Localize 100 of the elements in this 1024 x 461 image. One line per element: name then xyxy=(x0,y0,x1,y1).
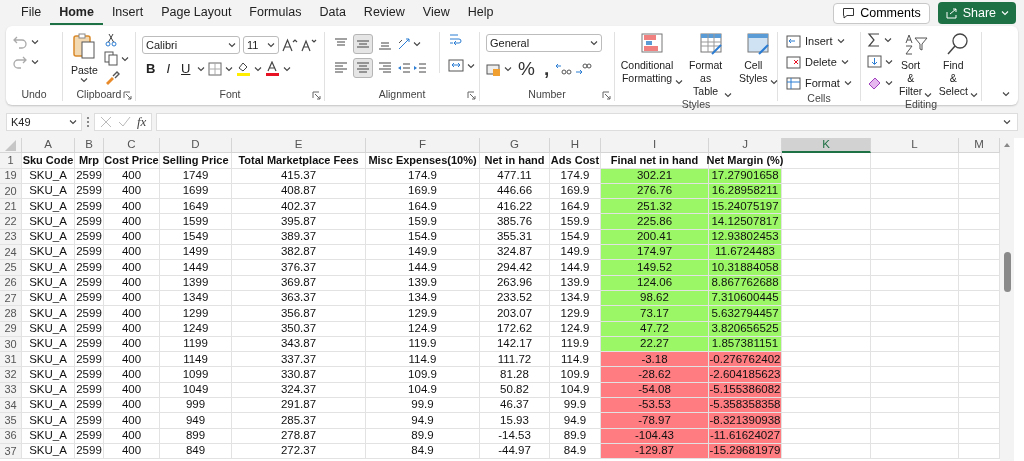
column-header[interactable]: A xyxy=(22,138,75,154)
menu-tab[interactable]: File xyxy=(12,1,51,25)
menu-tab[interactable]: View xyxy=(413,1,459,25)
column-header[interactable]: C xyxy=(104,138,160,154)
increase-font-size-icon[interactable] xyxy=(282,38,298,52)
paste-button[interactable]: Paste xyxy=(69,32,100,83)
format-button[interactable]: Format xyxy=(784,74,854,92)
menu-tab[interactable]: Home xyxy=(50,1,103,25)
table-cell: SKU_A xyxy=(22,214,75,230)
row-header[interactable]: 28 xyxy=(0,306,22,322)
accounting-format-icon[interactable] xyxy=(486,61,501,77)
menu-tab[interactable]: Review xyxy=(354,1,414,25)
redo-icon[interactable] xyxy=(12,54,28,70)
undo-icon[interactable] xyxy=(12,34,28,50)
eraser-icon[interactable] xyxy=(867,75,882,90)
row-header[interactable]: 34 xyxy=(0,398,22,414)
font-name-field[interactable]: Calibri xyxy=(142,36,240,54)
column-header[interactable]: E xyxy=(232,138,366,154)
fill-color-icon[interactable] xyxy=(236,61,252,76)
share-button[interactable]: Share xyxy=(937,2,1016,24)
table-cell: 355.31 xyxy=(480,229,550,246)
column-header[interactable]: F xyxy=(366,138,480,154)
column-header[interactable]: J xyxy=(709,138,782,154)
column-header[interactable]: K xyxy=(782,138,871,154)
font-size-field[interactable]: 11 xyxy=(243,36,279,54)
comma-style-button[interactable]: , xyxy=(540,58,553,80)
column-header[interactable]: H xyxy=(550,138,601,154)
borders-icon[interactable] xyxy=(208,61,223,76)
formula-input-field[interactable] xyxy=(156,113,1018,131)
row-header[interactable]: 1 xyxy=(0,153,22,169)
column-header[interactable]: M xyxy=(959,138,1000,154)
fill-icon[interactable] xyxy=(867,54,882,69)
check-icon[interactable] xyxy=(118,116,131,128)
decrease-font-size-icon[interactable] xyxy=(301,38,317,52)
increase-decimal-icon[interactable] xyxy=(555,62,573,76)
delete-button[interactable]: Delete xyxy=(784,53,854,71)
comments-button[interactable]: Comments xyxy=(833,2,930,24)
header-cell: Sku Code xyxy=(22,153,75,169)
row-header[interactable]: 25 xyxy=(0,260,22,276)
font-color-icon[interactable] xyxy=(265,61,281,76)
conditional-formatting-button[interactable]: Conditional Formatting xyxy=(621,32,683,85)
table-cell: 174.97 xyxy=(601,245,709,261)
dialog-launcher-icon[interactable] xyxy=(123,91,132,100)
find-select-button[interactable]: Find & Select xyxy=(938,32,979,98)
table-cell: 416.22 xyxy=(480,199,550,215)
table-cell: 294.42 xyxy=(480,260,550,276)
dialog-launcher-icon[interactable] xyxy=(467,91,476,100)
scrollbar-thumb[interactable] xyxy=(1003,252,1011,292)
insert-function-button[interactable]: fx xyxy=(137,114,147,130)
menu-tab[interactable]: Formulas xyxy=(240,1,311,25)
dialog-launcher-icon[interactable] xyxy=(602,91,611,100)
menu-tab[interactable]: Help xyxy=(458,1,503,25)
row-header[interactable]: 22 xyxy=(0,214,22,230)
wrap-text-icon[interactable] xyxy=(448,32,464,48)
row-header[interactable]: 21 xyxy=(0,199,22,215)
column-header[interactable]: L xyxy=(871,138,959,154)
row-header[interactable]: 32 xyxy=(0,367,22,383)
caret-icon xyxy=(31,39,39,45)
decrease-indent-icon[interactable] xyxy=(397,61,411,75)
center-align-button[interactable] xyxy=(353,58,373,78)
increase-indent-icon[interactable] xyxy=(413,61,427,75)
text-orientation-icon[interactable] xyxy=(397,37,411,51)
more-options-icon[interactable] xyxy=(86,116,90,128)
column-header[interactable]: D xyxy=(160,138,232,154)
scroll-up-icon[interactable] xyxy=(1003,142,1011,148)
bold-button[interactable]: B xyxy=(142,60,160,77)
caret-icon xyxy=(413,41,421,47)
menu-tab[interactable]: Data xyxy=(310,1,355,25)
sort-filter-button[interactable]: Sort & Filter xyxy=(897,32,935,98)
column-header[interactable]: G xyxy=(480,138,550,154)
menu-tab[interactable]: Page Layout xyxy=(152,1,241,25)
dialog-launcher-icon[interactable] xyxy=(312,91,321,100)
copy-icon[interactable] xyxy=(103,51,118,66)
table-cell: 400 xyxy=(104,428,160,444)
menu-tab[interactable]: Insert xyxy=(102,1,153,25)
middle-align-button[interactable] xyxy=(353,34,373,54)
insert-button[interactable]: Insert xyxy=(784,32,854,50)
autosum-icon[interactable] xyxy=(867,32,881,48)
cancel-icon[interactable] xyxy=(100,116,112,128)
collapse-ribbon-icon[interactable] xyxy=(1002,91,1010,97)
caret-icon xyxy=(675,79,684,85)
table-cell: 400 xyxy=(104,352,160,368)
number-format-field[interactable]: General xyxy=(486,34,602,52)
scissors-icon[interactable] xyxy=(103,32,118,47)
format-as-table-button[interactable]: Format as Table xyxy=(687,32,735,98)
column-header[interactable]: B xyxy=(75,138,104,154)
cell-styles-button[interactable]: Cell Styles xyxy=(738,32,779,85)
italic-button[interactable]: I xyxy=(162,60,174,77)
row-header[interactable]: 31 xyxy=(0,352,22,368)
decrease-decimal-icon[interactable] xyxy=(575,62,593,76)
name-box[interactable]: K49 xyxy=(6,113,82,131)
underline-button[interactable]: U xyxy=(177,60,195,77)
percent-style-button[interactable]: % xyxy=(515,58,538,80)
column-header[interactable]: I xyxy=(601,138,709,154)
format-as-table-icon xyxy=(698,32,723,56)
table-cell: -0.276762402 xyxy=(709,352,782,368)
row-header[interactable]: 24 xyxy=(0,245,22,261)
merge-center-icon[interactable] xyxy=(448,58,464,73)
group-label: Styles xyxy=(681,98,711,111)
row-header[interactable]: 35 xyxy=(0,413,22,429)
